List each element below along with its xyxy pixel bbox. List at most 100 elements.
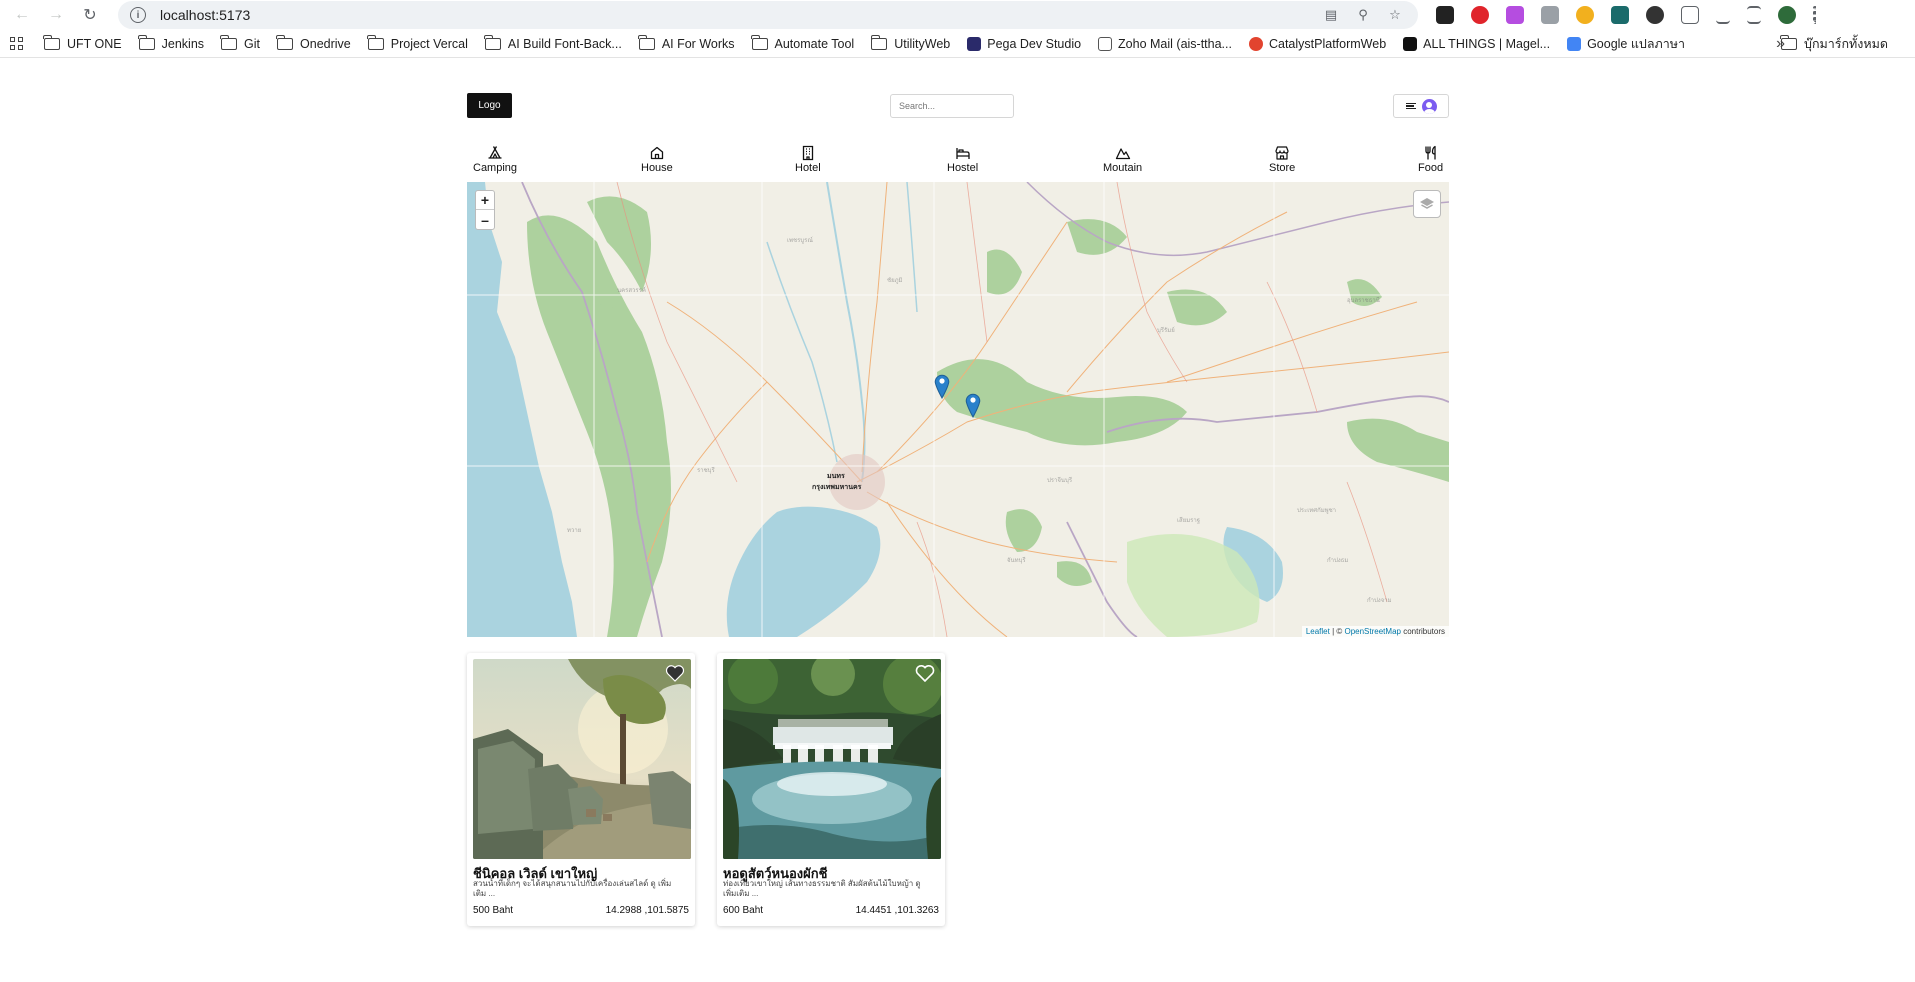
download-icon[interactable] <box>1716 6 1730 24</box>
address-bar[interactable]: i localhost:5173 ▤ ⚲ ☆ <box>118 1 1418 29</box>
bookmark-star-icon[interactable]: ☆ <box>1384 6 1406 24</box>
map-marker[interactable] <box>965 392 981 418</box>
svg-text:กำปงธม: กำปงธม <box>1327 557 1348 564</box>
extensions-puzzle-icon[interactable] <box>1681 6 1699 24</box>
folder-icon <box>367 34 384 50</box>
site-info-icon[interactable]: i <box>130 7 146 23</box>
pega-icon <box>967 36 982 51</box>
bookmark-item[interactable]: UtilityWeb <box>870 34 950 51</box>
listing-image[interactable] <box>473 659 691 859</box>
apps-icon[interactable] <box>10 36 24 51</box>
extension-opera-icon[interactable] <box>1471 6 1489 24</box>
profile-avatar-icon[interactable] <box>1778 6 1796 24</box>
osm-link[interactable]: OpenStreetMap <box>1344 627 1400 636</box>
category-label: House <box>641 162 673 174</box>
bookmark-item[interactable]: AI Build Font-Back... <box>484 34 622 51</box>
translate-icon[interactable]: ▤ <box>1320 6 1342 24</box>
listing-image[interactable] <box>723 659 941 859</box>
folder-icon <box>750 34 768 50</box>
zoom-controls: + – <box>475 190 495 230</box>
search-input[interactable] <box>890 94 1014 118</box>
heart-filled-icon[interactable] <box>665 664 685 682</box>
bookmark-item[interactable]: UFT ONE <box>43 34 122 51</box>
browser-menu-icon[interactable] <box>1813 6 1817 24</box>
category-store[interactable]: Store <box>1269 145 1295 174</box>
bookmark-item[interactable]: Jenkins <box>138 34 205 51</box>
category-food[interactable]: Food <box>1418 145 1443 174</box>
category-label: Camping <box>473 162 518 174</box>
category-hostel[interactable]: Hostel <box>947 145 978 174</box>
zoom-out-button[interactable]: – <box>476 210 494 229</box>
zoom-in-button[interactable]: + <box>476 191 494 210</box>
zoom-icon[interactable]: ⚲ <box>1352 6 1374 24</box>
bookmark-label: Google แปลภาษา <box>1587 36 1686 51</box>
bookmark-item[interactable]: Automate Tool <box>750 34 855 51</box>
layers-button[interactable] <box>1413 190 1441 218</box>
category-label: Food <box>1418 162 1444 174</box>
extension-camera-icon[interactable] <box>1541 6 1559 24</box>
listing-price: 500 Baht <box>473 905 514 916</box>
map-marker[interactable] <box>934 373 950 399</box>
heart-outline-icon[interactable] <box>915 664 935 682</box>
bookmark-item[interactable]: ALL THINGS | Magel... <box>1403 36 1550 51</box>
bookmark-item[interactable]: Git <box>220 34 261 51</box>
site-header: Logo <box>467 93 1449 119</box>
extension-react-icon[interactable] <box>1611 6 1629 24</box>
listing-description: ท่องเที่ยวเขาใหญ่ เส้นทางธรรมชาติ สัมผัส… <box>723 879 921 898</box>
svg-text:เสียมราฐ: เสียมราฐ <box>1177 516 1200 524</box>
category-camping[interactable]: Camping <box>473 145 517 174</box>
bookmark-label: Jenkins <box>161 36 205 51</box>
mountain-icon <box>1115 148 1130 160</box>
extension-chrome-icon[interactable] <box>1646 6 1664 24</box>
svg-text:อุบลราชธานี: อุบลราชธานี <box>1347 296 1380 304</box>
bookmark-label: Onedrive <box>300 36 351 51</box>
category-house[interactable]: House <box>641 145 673 174</box>
map-label-bangkok-short: มนทร <box>827 472 845 480</box>
bookmark-label: Pega Dev Studio <box>987 36 1082 51</box>
extension-pen-icon[interactable] <box>1436 6 1454 24</box>
tab-list-icon[interactable] <box>1747 6 1761 24</box>
url-text[interactable]: localhost:5173 <box>160 7 250 23</box>
bookmark-item[interactable]: Google แปลภาษา <box>1567 34 1685 54</box>
magellan-icon <box>1403 36 1418 51</box>
house-icon <box>650 146 664 160</box>
bookmark-item[interactable]: Project Vercal <box>367 34 468 51</box>
back-icon[interactable]: ← <box>10 3 34 27</box>
bookmark-item[interactable]: Pega Dev Studio <box>967 36 1082 51</box>
page-container: Logo Camping House Hotel Hostel Moutain <box>467 93 1449 926</box>
listing-price: 600 Baht <box>723 905 764 916</box>
svg-text:บุรีรัมย์: บุรีรัมย์ <box>1157 326 1175 334</box>
folder-icon <box>1780 34 1798 50</box>
user-menu-button[interactable] <box>1393 94 1449 118</box>
map-view[interactable]: เพชรบูรณ์ ชัยภูมิ นครสวรรค์ บุรีรัมย์ อุ… <box>467 182 1449 637</box>
listing-card[interactable]: ชีนิคอล เวิลด์ เขาใหญ่ สวนน้ำที่เด็กๆ จะ… <box>467 653 695 926</box>
bookmark-label: Automate Tool <box>774 36 855 51</box>
browser-toolbar: ← → ↻ i localhost:5173 ▤ ⚲ ☆ <box>0 0 1915 30</box>
bookmark-item[interactable]: Onedrive <box>276 34 351 51</box>
bookmark-label: Project Vercal <box>390 36 468 51</box>
category-mountain[interactable]: Moutain <box>1103 145 1142 174</box>
logo[interactable]: Logo <box>467 93 512 118</box>
bookmark-label: Git <box>244 36 261 51</box>
bookmark-item[interactable]: CatalystPlatformWeb <box>1248 36 1386 51</box>
folder-icon <box>43 34 60 50</box>
folder-icon <box>220 34 238 50</box>
category-hotel[interactable]: Hotel <box>795 145 821 174</box>
extension-purple-icon[interactable] <box>1506 6 1524 24</box>
listing-card[interactable]: หอดูสัตว์หนองผักชี ท่องเที่ยวเขาใหญ่ เส้… <box>717 653 945 926</box>
bookmark-label: Zoho Mail (ais-ttha... <box>1118 36 1232 51</box>
svg-text:ประเทศกัมพูชา: ประเทศกัมพูชา <box>1297 507 1336 514</box>
tent-icon <box>488 146 502 159</box>
all-bookmarks-label: บุ๊กมาร์กทั้งหมด <box>1804 36 1888 51</box>
hamburger-icon <box>1405 102 1416 110</box>
extension-yellow-icon[interactable] <box>1576 6 1594 24</box>
svg-text:จันทบุรี: จันทบุรี <box>1007 556 1026 564</box>
forward-icon[interactable]: → <box>44 3 68 27</box>
leaflet-link[interactable]: Leaflet <box>1306 627 1330 636</box>
all-bookmarks[interactable]: บุ๊กมาร์กทั้งหมด <box>1780 34 1888 54</box>
bookmark-label: AI Build Font-Back... <box>507 36 622 51</box>
folder-icon <box>138 34 155 50</box>
reload-icon[interactable]: ↻ <box>78 3 102 27</box>
bookmark-item[interactable]: AI For Works <box>638 34 735 51</box>
bookmark-item[interactable]: Zoho Mail (ais-ttha... <box>1098 36 1232 51</box>
